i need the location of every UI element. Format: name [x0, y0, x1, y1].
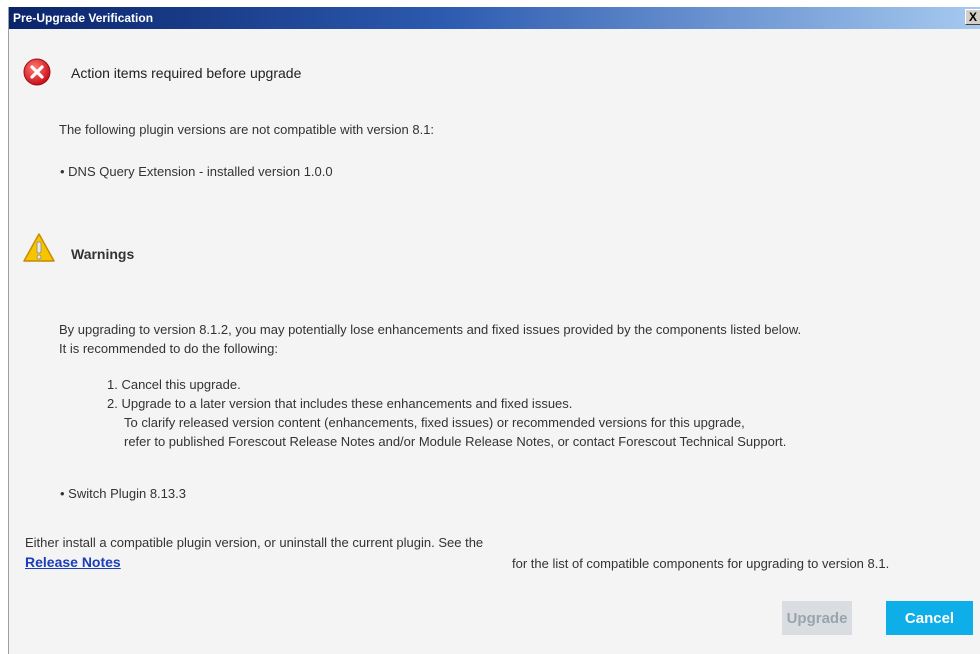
upgrade-button[interactable]: Upgrade	[782, 601, 852, 635]
close-button[interactable]: X	[965, 9, 980, 25]
step-2: 2. Upgrade to a later version that inclu…	[107, 396, 573, 411]
warning-triangle-icon	[23, 232, 55, 264]
dialog-title: Pre-Upgrade Verification	[13, 11, 154, 25]
action-items-heading: Action items required before upgrade	[71, 65, 302, 81]
incompatible-plugin-item: • DNS Query Extension - installed versio…	[60, 164, 333, 179]
step-2-detail-line2: refer to published Forescout Release Not…	[124, 434, 787, 449]
warning-plugin-item: • Switch Plugin 8.13.3	[60, 486, 186, 501]
footer-text-line1: Either install a compatible plugin versi…	[25, 535, 484, 550]
error-x-icon	[23, 58, 51, 86]
warnings-heading: Warnings	[71, 246, 135, 262]
step-1: 1. Cancel this upgrade.	[107, 377, 241, 392]
cancel-button[interactable]: Cancel	[886, 601, 973, 635]
title-bar: Pre-Upgrade Verification X	[9, 7, 980, 29]
action-items-intro: The following plugin versions are not co…	[59, 122, 435, 137]
step-2-detail-line1: To clarify released version content (enh…	[124, 415, 745, 430]
release-notes-link[interactable]: Release Notes	[25, 554, 121, 570]
footer-text-line2: for the list of compatible components fo…	[512, 556, 890, 571]
warnings-paragraph-line2: It is recommended to do the following:	[59, 341, 278, 356]
warnings-paragraph-line1: By upgrading to version 8.1.2, you may p…	[59, 322, 802, 337]
pre-upgrade-dialog: Pre-Upgrade Verification X Action items …	[8, 7, 980, 654]
